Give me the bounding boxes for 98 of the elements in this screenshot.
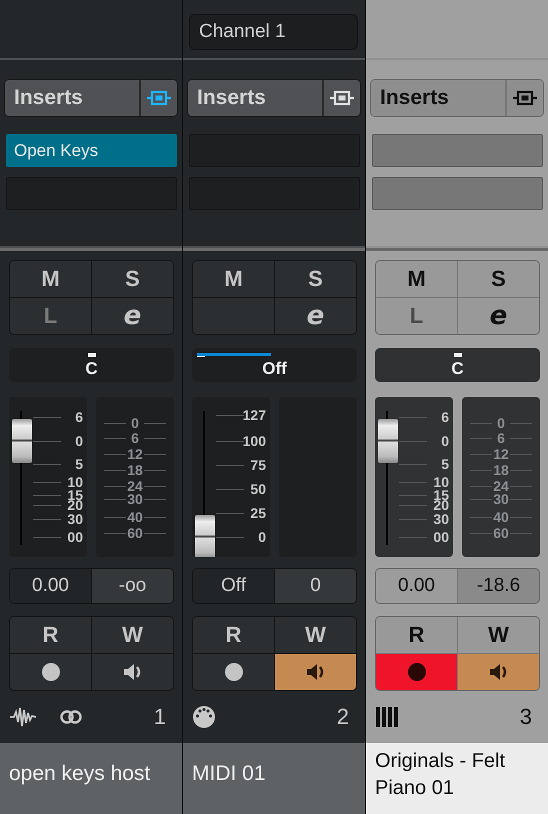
meter-scale-label: 24 <box>126 479 144 493</box>
channel-number: 1 <box>154 704 166 730</box>
meter-scale-label: 12 <box>126 447 144 461</box>
meter-scale-label: 30 <box>492 492 510 506</box>
volume-readout[interactable]: 0.00 <box>10 569 91 603</box>
peak-readout: -oo <box>92 569 173 603</box>
inserts-power-button[interactable] <box>141 80 177 116</box>
midi-port-icon <box>192 705 216 729</box>
meter-scale-label: 40 <box>492 510 510 524</box>
meter-scale-label: 6 <box>496 431 506 445</box>
write-automation-button[interactable]: W <box>92 617 173 653</box>
power-icon <box>147 90 171 106</box>
fader-scale-label: 50 <box>250 482 266 496</box>
mute-button[interactable]: M <box>193 261 274 297</box>
peak-readout: 0 <box>275 569 356 603</box>
meter-scale-label: 40 <box>126 510 144 524</box>
track-name[interactable]: Originals - Felt Piano 01 <box>366 743 548 814</box>
edit-button[interactable]: e <box>275 298 356 334</box>
fader-scale-label: 25 <box>250 506 266 520</box>
fader-scale-label: 0 <box>258 530 266 544</box>
power-icon <box>513 90 537 106</box>
fader-scale-label: 15 <box>433 488 449 502</box>
fader-knob[interactable] <box>378 419 398 463</box>
monitor-button[interactable] <box>92 654 173 690</box>
record-icon <box>42 663 60 681</box>
solo-button[interactable]: S <box>92 261 173 297</box>
write-automation-button[interactable]: W <box>275 617 356 653</box>
track-name[interactable]: open keys host <box>0 743 182 814</box>
volume-fader[interactable]: 127 100 75 50 25 0 <box>192 397 270 557</box>
inserts-button[interactable]: Inserts <box>188 80 324 116</box>
fader-scale-label: 15 <box>67 488 83 502</box>
record-icon <box>224 663 242 681</box>
fader-scale-label: 0 <box>75 434 83 448</box>
meter-scale-label: 18 <box>492 463 510 477</box>
volume-fader[interactable]: 6 0 5 10 15 20 30 00 <box>375 397 453 557</box>
fader-scale-label: 75 <box>250 458 266 472</box>
solo-button[interactable]: S <box>275 261 356 297</box>
fader-scale-label: 30 <box>433 512 449 526</box>
edit-button[interactable]: e <box>92 298 173 334</box>
inserts-button[interactable]: Inserts <box>371 80 507 116</box>
volume-readout[interactable]: Off <box>193 569 274 603</box>
record-arm-button[interactable] <box>193 654 274 690</box>
record-arm-button[interactable] <box>10 654 91 690</box>
channel-strip[interactable]: Inserts M S L e C 6 0 5 10 15 20 30 00 0 6 12 18 24 30 40 60 0.00 -18.6 R W 3 Originals - Felt Piano 01 <box>366 0 548 814</box>
fader-scale-label: 00 <box>433 530 449 544</box>
meter-scale-label: 30 <box>126 492 144 506</box>
read-automation-button[interactable]: R <box>10 617 91 653</box>
fader-scale-label: 00 <box>67 530 83 544</box>
fader-scale-label: 5 <box>441 457 449 471</box>
fader-scale-label: 30 <box>67 512 83 526</box>
record-arm-button[interactable] <box>376 654 457 690</box>
fader-scale-label: 6 <box>75 410 83 424</box>
channel-number: 3 <box>520 704 532 730</box>
mute-button[interactable]: M <box>376 261 457 297</box>
meter-scale-label: 12 <box>492 447 510 461</box>
inserts-button[interactable]: Inserts <box>5 80 141 116</box>
power-icon <box>330 90 354 106</box>
waveform-icon <box>9 706 37 728</box>
volume-fader[interactable]: 6 0 5 10 15 20 30 00 <box>9 397 87 557</box>
pan-control[interactable]: Off <box>192 348 357 382</box>
monitor-button[interactable] <box>458 654 539 690</box>
fader-scale-label: 0 <box>441 434 449 448</box>
channel-name-field[interactable]: Channel 1 <box>189 14 358 50</box>
meter-scale-label: 18 <box>126 463 144 477</box>
fader-knob[interactable] <box>12 419 32 463</box>
piano-keys-icon <box>375 705 399 729</box>
insert-slot[interactable]: Open Keys <box>6 134 177 167</box>
volume-readout[interactable]: 0.00 <box>376 569 457 603</box>
read-automation-button[interactable]: R <box>376 617 457 653</box>
channel-strip[interactable]: Inserts Open Keys M S L e C 6 0 5 10 15 20 30 00 0 6 12 18 24 30 40 60 0.00 -oo R W 1 open keys host <box>0 0 182 814</box>
pan-control[interactable]: C <box>375 348 540 382</box>
fader-scale-label: 10 <box>433 475 449 489</box>
meter-scale-label: 60 <box>492 526 510 540</box>
meter-scale-label: 6 <box>130 431 140 445</box>
read-automation-button[interactable]: R <box>193 617 274 653</box>
record-icon <box>408 663 426 681</box>
fader-knob[interactable] <box>195 515 215 557</box>
write-automation-button[interactable]: W <box>458 617 539 653</box>
channel-strip[interactable]: Channel 1 Inserts M S e Off 127 100 75 50 25 0 Off 0 R W 2 MIDI 01 <box>183 0 365 814</box>
inserts-power-button[interactable] <box>507 80 543 116</box>
monitor-button[interactable] <box>275 654 356 690</box>
solo-button[interactable]: S <box>458 261 539 297</box>
fader-scale-label: 127 <box>242 408 266 422</box>
mute-button[interactable]: M <box>10 261 91 297</box>
fader-scale-label: 10 <box>67 475 83 489</box>
track-name[interactable]: MIDI 01 <box>183 743 365 814</box>
inserts-power-button[interactable] <box>324 80 360 116</box>
meter-scale-label: 24 <box>492 479 510 493</box>
fader-scale-label: 6 <box>441 410 449 424</box>
meter-scale-label: 0 <box>130 416 140 430</box>
edit-button[interactable]: e <box>458 298 539 334</box>
meter-scale-label: 0 <box>496 416 506 430</box>
fader-scale-label: 5 <box>75 457 83 471</box>
channel-number: 2 <box>336 704 349 730</box>
fader-scale-label: 100 <box>242 434 266 448</box>
peak-readout: -18.6 <box>458 569 539 603</box>
meter-scale-label: 60 <box>126 526 144 540</box>
pan-control[interactable]: C <box>9 348 174 382</box>
